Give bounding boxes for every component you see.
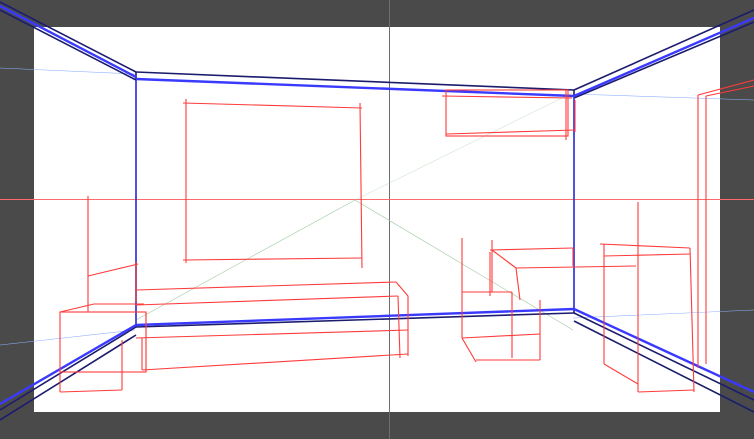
wall-frame (182, 99, 363, 269)
drawing-viewport[interactable] (0, 0, 754, 439)
perspective-drawing[interactable] (0, 0, 754, 439)
door-frame (697, 79, 754, 368)
room-accent (0, 4, 754, 406)
air-conditioner (441, 89, 576, 140)
